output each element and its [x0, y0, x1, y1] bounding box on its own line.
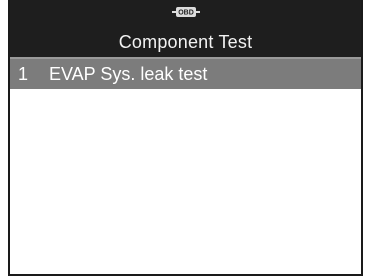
list-item-evap-leak-test[interactable]: 1 EVAP Sys. leak test	[10, 59, 361, 89]
title-bar: OBD Component Test	[10, 0, 361, 59]
obd-icon: OBD	[171, 7, 200, 17]
page-title: Component Test	[118, 32, 253, 52]
scanner-screen: OBD Component Test 1 EVAP Sys. leak test	[8, 0, 363, 276]
list-item-label: EVAP Sys. leak test	[49, 64, 208, 84]
obd-icon-label: OBD	[178, 10, 194, 17]
list-item-number: 1	[18, 64, 29, 84]
component-test-list: 1 EVAP Sys. leak test	[10, 59, 361, 89]
